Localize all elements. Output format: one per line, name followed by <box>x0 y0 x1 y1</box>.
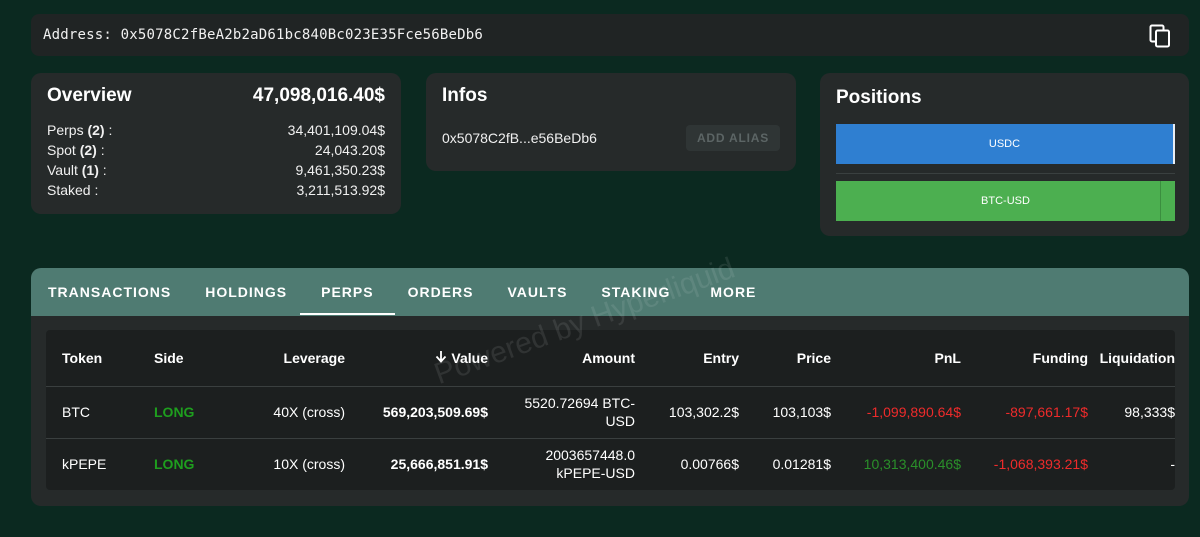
overview-row-value: 24,043.20$ <box>314 142 385 158</box>
overview-row-value: 34,401,109.04$ <box>287 122 385 138</box>
tab-transactions[interactable]: TRANSACTIONS <box>48 284 171 300</box>
table-row[interactable]: BTC LONG 40X (cross) 569,203,509.69$ 552… <box>46 386 1175 439</box>
overview-row-count: (2) <box>87 122 105 138</box>
position-bar-btc-usd[interactable]: BTC-USD <box>836 181 1175 221</box>
cell-entry: 0.00766$ <box>680 456 739 473</box>
column-header-leverage[interactable]: Leverage <box>220 330 345 387</box>
overview-row-vault: Vault (1) : 9,461,350.23$ <box>47 160 385 180</box>
overview-row-perps: Perps (2) : 34,401,109.04$ <box>47 120 385 140</box>
cell-liquidation: 98,333$ <box>1088 386 1175 439</box>
tab-perps[interactable]: PERPS <box>299 284 396 315</box>
overview-row-suffix: : <box>98 162 107 178</box>
column-header-side[interactable]: Side <box>130 330 220 387</box>
overview-row-value: 9,461,350.23$ <box>295 162 385 178</box>
cell-pnl: -1,099,890.64$ <box>831 386 961 439</box>
tab-more[interactable]: MORE <box>710 284 756 300</box>
cell-price: 0.01281$ <box>772 456 831 473</box>
table-header-row: Token Side Leverage Value Amount Entry P… <box>46 330 1175 387</box>
column-header-value[interactable]: Value <box>345 330 488 387</box>
cell-amount: 5520.72694 BTC- USD <box>488 386 635 439</box>
cell-amount-line1: 2003657448.0 <box>545 447 635 464</box>
cell-amount: 2003657448.0 kPEPE-USD <box>488 438 635 490</box>
column-header-funding[interactable]: Funding <box>961 330 1088 387</box>
address-text: Address: 0x5078C2fBeA2b2aD61bc840Bc023E3… <box>43 27 484 43</box>
cell-amount-line1: 5520.72694 BTC- <box>524 395 635 411</box>
position-bar-usdc[interactable]: USDC <box>836 124 1175 164</box>
infos-card: Infos 0x5078C2fB...e56BeDb6 ADD ALIAS <box>426 73 796 171</box>
column-header-price[interactable]: Price <box>739 330 831 387</box>
cell-pnl: 10,313,400.46$ <box>863 456 961 473</box>
cell-side: LONG <box>154 456 195 473</box>
add-alias-button[interactable]: ADD ALIAS <box>686 125 780 151</box>
overview-row-count: (2) <box>79 142 97 158</box>
tab-bar: TRANSACTIONS HOLDINGS PERPS ORDERS VAULT… <box>31 268 1189 316</box>
overview-row-label: Vault <box>47 162 78 178</box>
cell-leverage: 40X (cross) <box>220 386 345 439</box>
column-header-entry[interactable]: Entry <box>635 330 739 387</box>
cell-price: 103,103$ <box>739 386 831 439</box>
overview-row-count: (1) <box>81 162 99 178</box>
column-header-value-label: Value <box>451 349 488 366</box>
cell-value: 25,666,851.91$ <box>390 456 488 473</box>
overview-row-label: Staked : <box>47 182 99 198</box>
position-bar-label: BTC-USD <box>981 195 1030 207</box>
overview-row-suffix: : <box>104 122 113 138</box>
perps-table: Token Side Leverage Value Amount Entry P… <box>46 330 1175 490</box>
column-header-token[interactable]: Token <box>46 330 130 387</box>
account-tabs-panel: TRANSACTIONS HOLDINGS PERPS ORDERS VAULT… <box>31 268 1189 506</box>
tab-holdings[interactable]: HOLDINGS <box>205 284 287 300</box>
infos-title: Infos <box>442 85 488 106</box>
cell-amount-line2: kPEPE-USD <box>556 465 635 482</box>
overview-title: Overview <box>47 85 132 106</box>
cell-entry: 103,302.2$ <box>635 386 739 439</box>
tab-orders[interactable]: ORDERS <box>408 284 474 300</box>
arrow-down-icon <box>435 350 447 366</box>
overview-row-label: Spot <box>47 142 76 158</box>
cell-value: 569,203,509.69$ <box>345 386 488 439</box>
overview-row-staked: Staked : 3,211,513.92$ <box>47 180 385 200</box>
cell-liquidation: - <box>1170 456 1175 473</box>
tab-vaults[interactable]: VAULTS <box>508 284 568 300</box>
cell-token: BTC <box>46 386 130 439</box>
overview-total: 47,098,016.40$ <box>252 85 385 106</box>
positions-card: Positions USDC BTC-USD <box>820 73 1189 236</box>
column-header-liquidation[interactable]: Liquidation <box>1088 330 1175 387</box>
address-bar: Address: 0x5078C2fBeA2b2aD61bc840Bc023E3… <box>31 14 1189 56</box>
overview-row-label: Perps <box>47 122 84 138</box>
tab-staking[interactable]: STAKING <box>601 284 670 300</box>
overview-row-spot: Spot (2) : 24,043.20$ <box>47 140 385 160</box>
cell-funding: -897,661.17$ <box>961 386 1088 439</box>
cell-leverage: 10X (cross) <box>273 456 345 473</box>
column-header-amount[interactable]: Amount <box>488 330 635 387</box>
position-bar-label: USDC <box>988 138 1021 150</box>
positions-divider <box>836 173 1175 174</box>
cell-amount-line2: USD <box>605 413 635 429</box>
positions-title: Positions <box>836 87 922 108</box>
overview-card: Overview 47,098,016.40$ Perps (2) : 34,4… <box>31 73 401 214</box>
copy-icon[interactable] <box>1149 24 1171 48</box>
cell-funding: -1,068,393.21$ <box>993 456 1088 473</box>
overview-row-value: 3,211,513.92$ <box>296 182 386 198</box>
cell-side: LONG <box>130 386 220 439</box>
column-header-pnl[interactable]: PnL <box>831 330 961 387</box>
overview-row-suffix: : <box>96 142 105 158</box>
cell-token: kPEPE <box>62 456 107 473</box>
table-row[interactable]: kPEPE LONG 10X (cross) 25,666,851.91$ 20… <box>46 438 1175 490</box>
infos-short-address: 0x5078C2fB...e56BeDb6 <box>442 130 597 146</box>
